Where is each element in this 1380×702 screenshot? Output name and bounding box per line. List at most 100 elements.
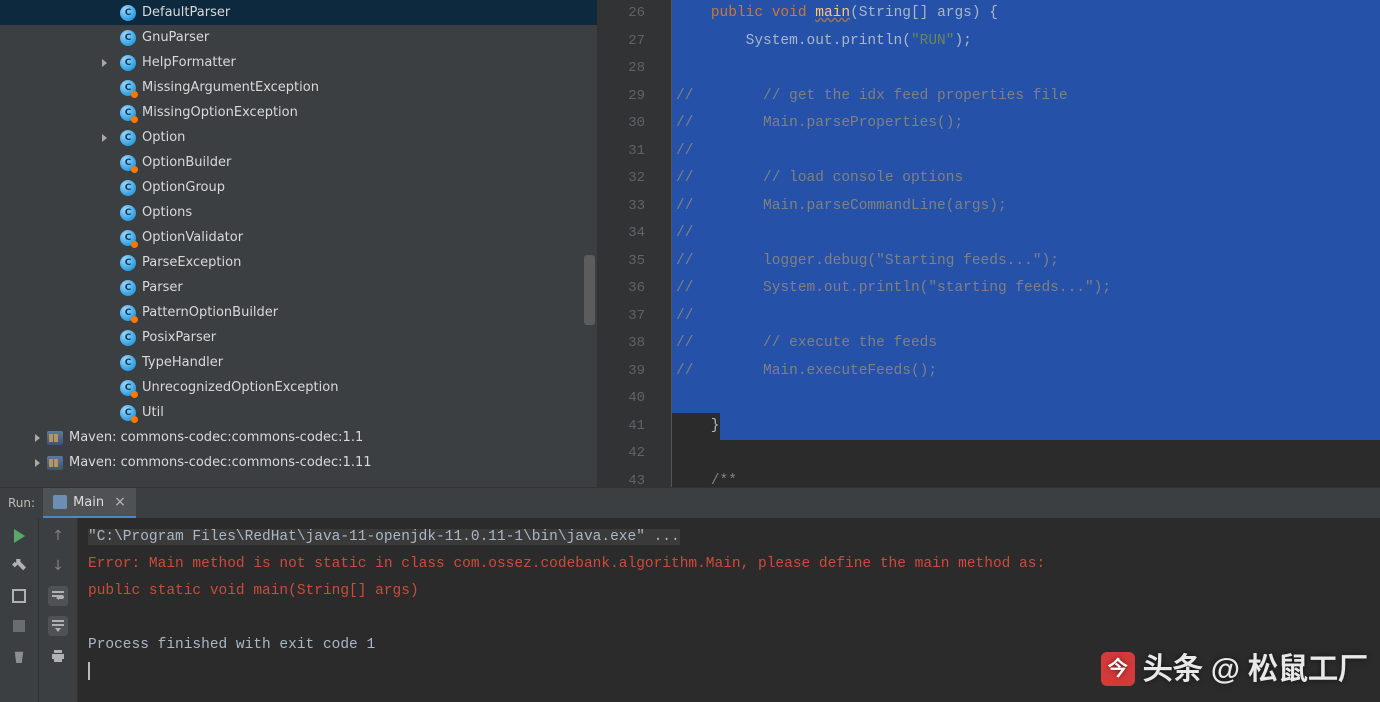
class-icon: C [120,130,136,146]
code-line[interactable]: // System.out.println("starting feeds...… [672,275,1380,303]
tree-item-label: MissingOptionException [142,105,298,120]
tree-scrollbar[interactable] [584,255,595,325]
console-cmd: "C:\Program Files\RedHat\java-11-openjdk… [88,529,680,545]
class-icon: C [120,5,136,21]
tree-item-patternoptionbuilder[interactable]: CPatternOptionBuilder [0,300,597,325]
line-number[interactable]: 30 [598,110,645,138]
line-number[interactable]: 41 [598,413,645,441]
class-icon: C [120,30,136,46]
scroll-to-end-button[interactable] [48,616,68,636]
code-line[interactable] [672,55,1380,83]
modify-run-config-button[interactable] [9,556,29,576]
class-icon: C [120,105,136,121]
class-icon: C [120,305,136,321]
code-line[interactable]: // // execute the feeds [672,330,1380,358]
class-icon: C [120,205,136,221]
code-line[interactable]: // [672,220,1380,248]
tree-item-optionvalidator[interactable]: COptionValidator [0,225,597,250]
run-toolbar-nav: ↑ ↓ [39,518,78,702]
class-icon: C [120,255,136,271]
line-number[interactable]: 35 [598,248,645,276]
tree-item-util[interactable]: CUtil [0,400,597,425]
tree-item-label: OptionGroup [142,180,225,195]
line-number[interactable]: 32 [598,165,645,193]
tree-item-options[interactable]: C Options [0,200,597,225]
class-icon: C [120,405,136,421]
run-panel: Run: Main × ↑ ↓ "C [0,487,1380,702]
tree-item-parseexception[interactable]: CParseException [0,250,597,275]
project-tree[interactable]: CDefaultParserCGnuParserCHelpFormatterCM… [0,0,598,487]
library-icon [47,431,63,445]
code-line[interactable]: // logger.debug("Starting feeds..."); [672,248,1380,276]
class-icon: C [120,380,136,396]
tree-item-missingargumentexception[interactable]: CMissingArgumentException [0,75,597,100]
line-number[interactable]: 42 [598,440,645,468]
tree-lib[interactable]: Maven: commons-codec:commons-codec:1.11 [0,450,597,475]
code-line[interactable]: } [672,413,1380,441]
console-error-line-1: Error: Main method is not static in clas… [88,551,1370,578]
tree-item-optiongroup[interactable]: COptionGroup [0,175,597,200]
rerun-button[interactable] [9,526,29,546]
code-line[interactable]: // Main.parseProperties(); [672,110,1380,138]
line-number[interactable]: 34 [598,220,645,248]
tree-item-optionbuilder[interactable]: C OptionBuilder [0,150,597,175]
tree-item-missingoptionexception[interactable]: C MissingOptionException [0,100,597,125]
code-line[interactable]: // [672,303,1380,331]
class-icon: C [120,355,136,371]
stop-button[interactable] [9,586,29,606]
tree-item-option[interactable]: COption [0,125,597,150]
line-number[interactable]: 36 [598,275,645,303]
line-number[interactable]: 27 [598,28,645,56]
code-line[interactable] [672,385,1380,413]
watermark-logo-icon: 今 [1101,652,1135,686]
tree-item-typehandler[interactable]: CTypeHandler [0,350,597,375]
exit-button[interactable] [9,616,29,636]
line-number[interactable]: 39 [598,358,645,386]
code-line[interactable]: // Main.parseCommandLine(args); [672,193,1380,221]
class-icon: C [120,330,136,346]
soft-wrap-button[interactable] [48,586,68,606]
delete-button[interactable] [9,646,29,666]
print-button[interactable] [48,646,68,666]
line-number[interactable]: 28 [598,55,645,83]
code-line[interactable]: // // load console options [672,165,1380,193]
line-number[interactable]: 43 [598,468,645,496]
line-number[interactable]: 29 [598,83,645,111]
up-stacktrace-button[interactable]: ↑ [48,526,68,546]
code-line[interactable]: // Main.executeFeeds(); [672,358,1380,386]
tree-item-unrecognizedoptionexception[interactable]: CUnrecognizedOptionException [0,375,597,400]
tree-item-label: MissingArgumentException [142,80,319,95]
tree-item-label: Parser [142,280,183,295]
tree-lib[interactable]: Maven: commons-codec:commons-codec:1.1 [0,425,597,450]
tree-item-label: OptionBuilder [142,155,231,170]
line-number[interactable]: 40 [598,385,645,413]
editor[interactable]: 262728293031323334353637383940414243 pub… [598,0,1380,487]
line-number[interactable]: 31 [598,138,645,166]
code-line[interactable] [672,440,1380,468]
tree-item-parser[interactable]: CParser [0,275,597,300]
editor-code[interactable]: public void main(String[] args) { System… [672,0,1380,487]
tree-item-helpformatter[interactable]: CHelpFormatter [0,50,597,75]
run-tab-label: Main [73,495,104,510]
tree-item-posixparser[interactable]: CPosixParser [0,325,597,350]
tree-item-label: Options [142,205,192,220]
tree-item-label: DefaultParser [142,5,230,20]
run-tab-main[interactable]: Main × [43,488,136,518]
line-number[interactable]: 38 [598,330,645,358]
close-icon[interactable]: × [114,494,126,510]
down-stacktrace-button[interactable]: ↓ [48,556,68,576]
code-line[interactable]: // [672,138,1380,166]
line-number[interactable]: 33 [598,193,645,221]
tree-item-defaultparser[interactable]: C DefaultParser [0,0,597,25]
class-icon: C [120,155,136,171]
line-number[interactable]: 37 [598,303,645,331]
console-cursor [88,662,90,680]
code-line[interactable]: /** [672,468,1380,496]
tree-lib-label: Maven: commons-codec:commons-codec:1.1 [69,430,363,445]
code-line[interactable]: public void main(String[] args) { [672,0,1380,28]
line-number[interactable]: 26 [598,0,645,28]
console-output[interactable]: "C:\Program Files\RedHat\java-11-openjdk… [78,518,1380,702]
code-line[interactable]: System.out.println("RUN"); [672,28,1380,56]
code-line[interactable]: // // get the idx feed properties file [672,83,1380,111]
tree-item-gnuparser[interactable]: CGnuParser [0,25,597,50]
